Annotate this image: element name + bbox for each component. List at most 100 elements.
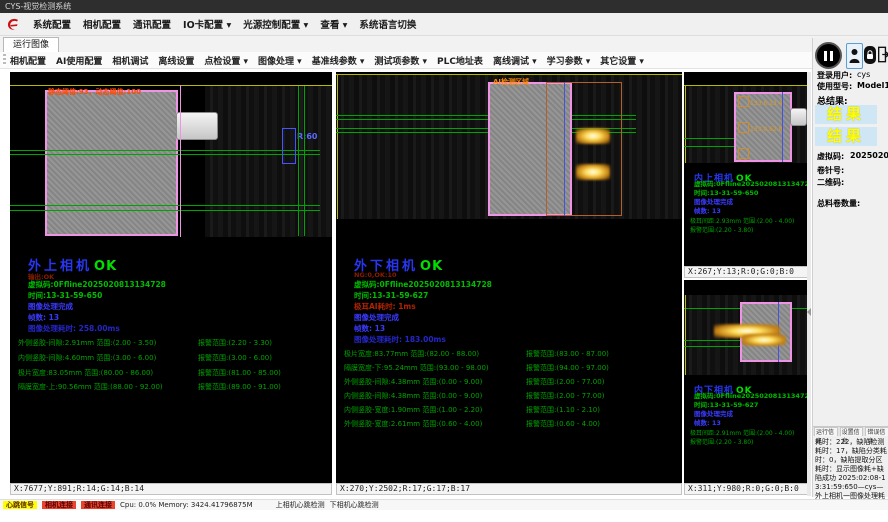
cam1-measure-row: 外侧竖胶-间隙:2.91mm 范围:(2.00 - 3.50)报警范围:(2.2… bbox=[18, 338, 156, 348]
cam2-frame-count: 帧数: 13 bbox=[354, 323, 385, 334]
cam1-yellow-line bbox=[10, 85, 332, 86]
cam1-vertical-baseline-2 bbox=[304, 86, 305, 236]
cam2-virtual-code: 虚拟码:0Ffline2025020813134728 bbox=[354, 279, 492, 290]
cam2-measure-row: 极片宽度:83.77mm 范围:(82.00 - 88.00)报警范围:(83.… bbox=[344, 349, 479, 359]
cam1-baseline-3 bbox=[10, 205, 320, 206]
cam1-pixel-readout: X:7677;Y:891;R:14;G:14;B:14 bbox=[10, 483, 332, 495]
tab-run-info[interactable]: 运行信息 bbox=[814, 427, 838, 436]
cam1-baseline-1 bbox=[10, 150, 320, 151]
pin-number-label: 卷针号: bbox=[817, 165, 844, 176]
login-user-label: 登录用户: bbox=[817, 70, 852, 81]
toolbar-item-learning-params[interactable]: 学习参数 ▾ bbox=[547, 54, 591, 67]
cam3-baseline-2 bbox=[684, 146, 736, 147]
menu-item-language-switch[interactable]: 系统语言切换 bbox=[359, 17, 416, 31]
cam3-roi-label-1: 133.6,13.4 bbox=[750, 100, 782, 107]
cam3-measure-row: 极耳间距:2.93mm 范围:(2.00 - 4.00) bbox=[690, 216, 794, 225]
tab-settings-info[interactable]: 设置信息 bbox=[840, 427, 864, 436]
cam1-roi-label: R:60 bbox=[297, 132, 318, 141]
menu-item-comm-config[interactable]: 通讯配置 bbox=[133, 17, 171, 31]
lock-icon bbox=[866, 50, 874, 60]
lower-camera-heartbeat-label: 下相机心跳检测 bbox=[330, 500, 379, 510]
cam1-virtual-code: 虚拟码:0Ffline2025020813134728 bbox=[28, 279, 166, 290]
cam1-pink-edge-line bbox=[180, 85, 181, 237]
result-box-1: 结果 bbox=[815, 105, 877, 124]
tab-run-image[interactable]: 运行图像 bbox=[3, 37, 59, 52]
cam4-frame-count: 帧数: 13 bbox=[694, 417, 721, 427]
cam4-pixel-readout: X:311;Y:980;R:0;G:0;B:0 bbox=[684, 483, 810, 495]
cam3-roi-square-1 bbox=[738, 96, 749, 107]
heartbeat-status-badge: 心跳信号 bbox=[3, 501, 37, 509]
model-label: 使用型号: bbox=[817, 81, 852, 92]
exit-button[interactable] bbox=[878, 44, 888, 65]
info-tabs: 运行信息 设置信息 错误信息 bbox=[813, 426, 888, 436]
cam4-yellow-edge bbox=[685, 295, 686, 375]
lock-button[interactable] bbox=[864, 46, 876, 64]
user-icon bbox=[849, 48, 860, 64]
cam1-measure-row: 隔膜宽度-上:90.56mm 范围:(88.00 - 92.00)报警范围:(8… bbox=[18, 382, 163, 392]
toolbar-item-camera-config[interactable]: 相机配置 bbox=[10, 54, 46, 67]
cpu-memory-readout: Cpu: 0.0% Memory: 3424.41796875M bbox=[120, 501, 253, 509]
toolbar-grip[interactable] bbox=[3, 54, 6, 66]
cam3-yellow-line bbox=[684, 85, 810, 86]
menu-item-view[interactable]: 查看 ▾ bbox=[320, 17, 347, 31]
menu-item-camera-config[interactable]: 相机配置 bbox=[83, 17, 121, 31]
camera-view-outer-lower[interactable]: AI检测区域 外下相机OK NG:0,OK:10 虚拟码:0Ffline2025… bbox=[336, 72, 682, 483]
cam2-output-line: NG:0,OK:10 bbox=[354, 271, 397, 279]
cam3-blue-line bbox=[782, 92, 783, 162]
cam2-elapsed: 图像处理耗时: 183.00ms bbox=[354, 334, 446, 345]
panel-splitter[interactable] bbox=[807, 72, 811, 496]
cam1-measure-row: 内侧竖胶-间隙:4.60mm 范围:(3.00 - 6.00)报警范围:(3.0… bbox=[18, 353, 156, 363]
control-panel: 登录用户: cys 使用型号: Model1 总结果: 结果 结果 虚拟码: 2… bbox=[812, 38, 888, 497]
cam3-frame-count: 帧数: 13 bbox=[694, 205, 721, 215]
tab-strip: 运行图像 bbox=[0, 36, 888, 53]
status-bar: 心跳信号 相机连接 通讯连接 Cpu: 0.0% Memory: 3424.41… bbox=[0, 499, 888, 510]
total-roll-count-label: 总料卷数量: bbox=[817, 198, 860, 209]
toolbar-item-plc-address-table[interactable]: PLC地址表 bbox=[437, 54, 483, 67]
cam2-tab-highlight-2 bbox=[576, 164, 610, 180]
toolbar-item-offline-settings[interactable]: 离线设置 bbox=[158, 54, 194, 67]
toolbar-item-offline-debug[interactable]: 离线调试 ▾ bbox=[493, 54, 537, 67]
cam3-roi-label-2: 133.0,62.8 bbox=[750, 126, 782, 133]
upper-camera-heartbeat-label: 上相机心跳检测 bbox=[276, 500, 325, 510]
pause-icon bbox=[830, 51, 833, 61]
comm-connection-badge: 通讯连接 bbox=[81, 501, 115, 509]
toolbar-item-other-settings[interactable]: 其它设置 ▾ bbox=[600, 54, 644, 67]
toolbar-item-test-params[interactable]: 测试项参数 ▾ bbox=[374, 54, 427, 67]
cam4-baseline-1 bbox=[684, 340, 742, 341]
cam2-tab-highlight-1 bbox=[576, 128, 610, 144]
camera-view-inner-lower[interactable]: 内下相机OK 虚拟码:0Ffline2025020813134728 时间:13… bbox=[684, 280, 810, 483]
cam1-vertical-baseline-1 bbox=[298, 86, 299, 236]
menu-item-io-config[interactable]: IO卡配置 ▾ bbox=[183, 17, 231, 31]
cam3-yellow-edge bbox=[685, 85, 686, 163]
cam3-baseline-1 bbox=[684, 138, 736, 139]
result-box-2: 结果 bbox=[815, 127, 877, 146]
exit-icon bbox=[878, 45, 888, 64]
camera-view-outer-upper[interactable]: 静态阈值:93，动态阈值:100 R:60 外上相机OK 输出:OK 虚拟码:0… bbox=[10, 72, 332, 483]
pause-button[interactable] bbox=[815, 42, 842, 69]
tab-error-info[interactable]: 错误信息 bbox=[865, 427, 888, 436]
toolbar-item-ai-config[interactable]: AI使用配置 bbox=[56, 54, 102, 67]
cam3-connector-tab bbox=[790, 108, 807, 126]
toolbar-item-baseline-params[interactable]: 基准线参数 ▾ bbox=[312, 54, 365, 67]
user-button[interactable] bbox=[846, 43, 863, 69]
menu-item-system-config[interactable]: 系统配置 bbox=[33, 17, 71, 31]
window-titlebar: CYS-视觉检测系统 bbox=[0, 0, 888, 13]
virtual-code-value: 20250208 bbox=[850, 151, 888, 160]
cam4-measure-row: 极耳间距:2.91mm 范围:(2.00 - 4.00) bbox=[690, 428, 794, 437]
camera-connection-badge: 相机连接 bbox=[42, 501, 76, 509]
cam1-connector-tab bbox=[176, 112, 218, 140]
cam2-pixel-readout: X:270;Y:2502;R:17;G:17;B:17 bbox=[336, 483, 682, 495]
camera-view-inner-upper[interactable]: 133.6,13.4 133.0,62.8 内上相机OK 虚拟码:0Ffline… bbox=[684, 72, 810, 266]
toolbar-item-camera-debug[interactable]: 相机调试 bbox=[112, 54, 148, 67]
cam1-material-block bbox=[45, 90, 178, 236]
toolbar-item-image-processing[interactable]: 图像处理 ▾ bbox=[258, 54, 302, 67]
cam2-ai-region-label: AI检测区域 bbox=[493, 77, 529, 87]
toolbar-item-spotcheck-settings[interactable]: 点检设置 ▾ bbox=[204, 54, 248, 67]
pause-icon bbox=[824, 51, 827, 61]
cam3-alarm-row: 报警范围:(2.20 - 3.80) bbox=[690, 225, 753, 234]
cam2-yellow-edge bbox=[337, 74, 338, 219]
cam1-roi-rect bbox=[282, 128, 296, 164]
cam2-measure-row: 内侧竖胶-宽度:1.90mm 范围:(1.00 - 2.20)报警范围:(1.1… bbox=[344, 405, 482, 415]
cam1-elapsed: 图像处理耗时: 258.00ms bbox=[28, 323, 120, 334]
menu-item-light-config[interactable]: 光源控制配置 ▾ bbox=[243, 17, 308, 31]
